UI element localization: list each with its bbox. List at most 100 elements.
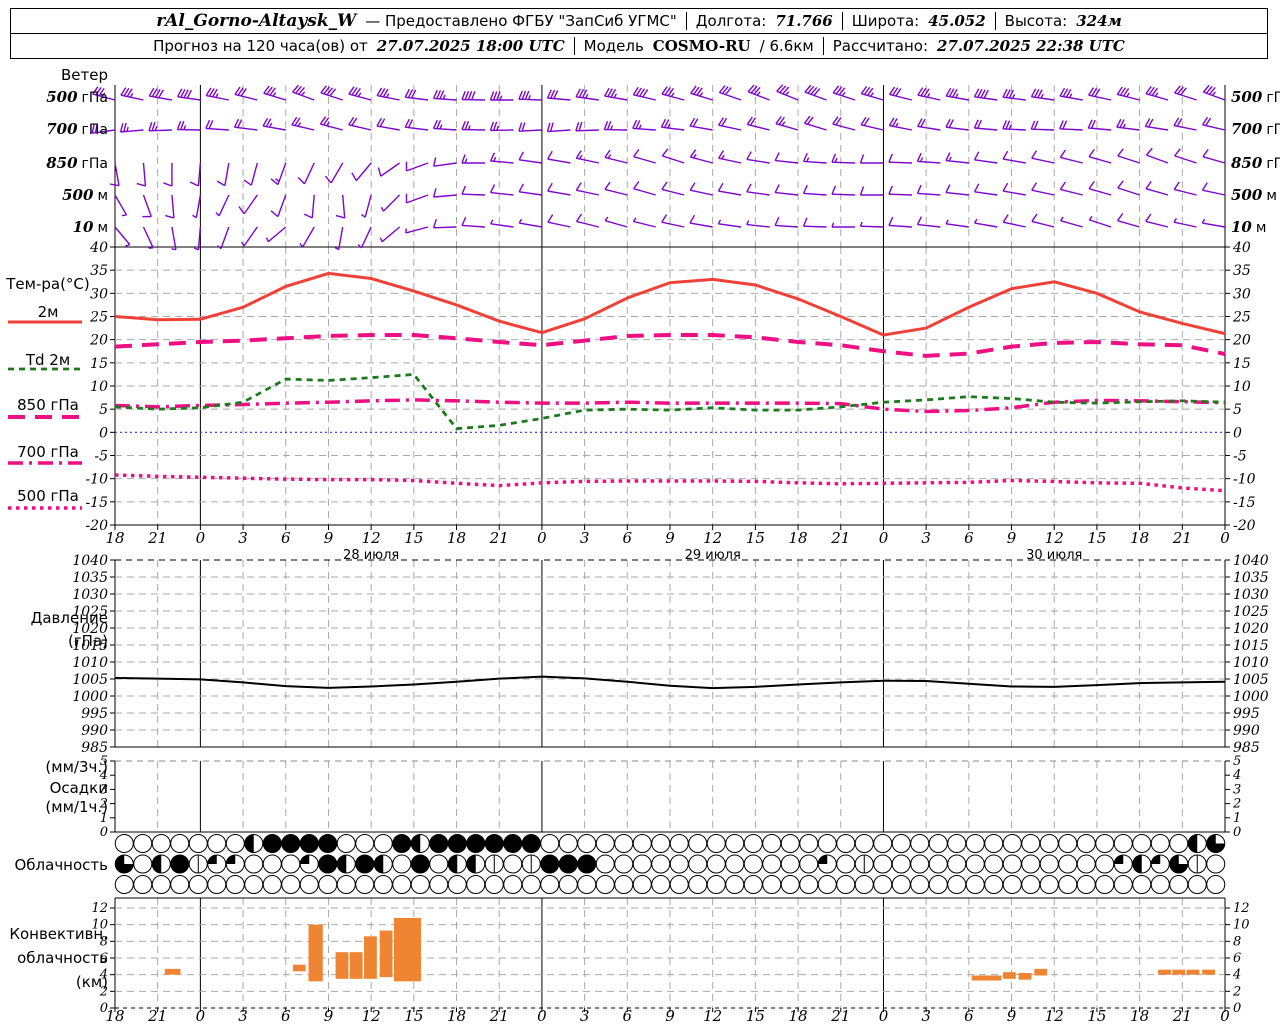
pressure-ytick-right: 1020 bbox=[1233, 621, 1269, 637]
conv-cloud-title-2: облачность bbox=[17, 949, 108, 967]
cloud-symbol bbox=[1113, 834, 1133, 853]
cloud-symbol bbox=[854, 834, 874, 853]
time-tick-label: 0 bbox=[1220, 529, 1230, 547]
cloud-symbol bbox=[1021, 875, 1041, 894]
wind-level-500m-right: 500 м bbox=[1231, 186, 1277, 204]
cloud-symbol bbox=[762, 834, 782, 853]
conv-cloud-unit: (км) bbox=[75, 973, 108, 991]
time-tick-label: 15 bbox=[1087, 529, 1106, 547]
wind-level-10m-left: 10 м bbox=[72, 218, 108, 236]
wind-barb bbox=[433, 162, 457, 167]
temp-ytick-right: 10 bbox=[1233, 379, 1251, 395]
time-tick-label-bottom: 3 bbox=[580, 1007, 590, 1024]
cloud-symbol bbox=[651, 854, 671, 874]
cloud-symbol-half bbox=[411, 834, 421, 853]
wind-barb bbox=[888, 224, 912, 228]
wind-barb-feather bbox=[1173, 218, 1178, 223]
conv-cloud-title-1: Конвективн. bbox=[9, 925, 108, 943]
conv-cloud-bar bbox=[164, 968, 181, 975]
wind-barb-feather bbox=[785, 91, 790, 96]
cloud-symbol bbox=[984, 854, 1004, 874]
temp-ytick-left: 40 bbox=[89, 240, 108, 256]
wind-level-500hpa-left: 500 гПа bbox=[46, 88, 108, 106]
cloud-symbol bbox=[392, 834, 412, 853]
cloud-symbol bbox=[1206, 875, 1226, 894]
model-resolution: / 6.6км bbox=[759, 37, 814, 55]
conv-cloud-bar bbox=[1018, 973, 1032, 980]
wind-barb-feather bbox=[746, 220, 750, 225]
latitude-label: Широта: bbox=[851, 12, 920, 30]
cloud-symbol bbox=[244, 875, 264, 894]
conv-cloud-bar bbox=[1186, 969, 1200, 975]
precip-ytick-right: 2 bbox=[1232, 797, 1241, 812]
wind-barb bbox=[360, 226, 372, 249]
temp-ytick-right: 40 bbox=[1232, 240, 1251, 256]
longitude-label: Долгота: bbox=[695, 12, 767, 30]
cloud-symbol bbox=[891, 834, 911, 853]
time-tick-label: 0 bbox=[537, 529, 547, 547]
wind-barb-feather bbox=[859, 186, 865, 196]
wind-barb bbox=[974, 191, 998, 196]
wind-barb bbox=[142, 194, 152, 217]
pressure-ytick-left: 1040 bbox=[72, 553, 108, 569]
wind-barb-feather bbox=[756, 91, 761, 96]
wind-level-10m-right: 10 м bbox=[1231, 218, 1267, 236]
wind-barb bbox=[718, 190, 742, 196]
time-tick-label-bottom: 12 bbox=[703, 1007, 722, 1024]
wind-barb-feather bbox=[518, 122, 523, 132]
time-tick-label-bottom: 21 bbox=[147, 1007, 167, 1024]
cloud-symbol bbox=[706, 875, 726, 894]
wind-barb bbox=[1174, 155, 1197, 164]
wind-barb-feather bbox=[357, 92, 362, 97]
cloud-symbol-half bbox=[448, 855, 458, 873]
wind-barb bbox=[1117, 187, 1140, 196]
conv-cloud-bar bbox=[1003, 972, 1016, 979]
cloud-symbol-half bbox=[244, 834, 254, 853]
wind-barb bbox=[775, 159, 799, 164]
cloud-symbol-half bbox=[1132, 855, 1142, 873]
conv-ytick-right: 10 bbox=[1233, 918, 1250, 933]
temp-ytick-right: 15 bbox=[1233, 356, 1251, 372]
wind-barb-feather bbox=[603, 120, 609, 130]
wind-barb-feather bbox=[547, 214, 554, 223]
wind-barb-feather bbox=[1062, 120, 1068, 130]
pressure-panel-title: Давление bbox=[30, 609, 108, 627]
wind-barb bbox=[661, 221, 685, 228]
wind-barb-feather bbox=[189, 181, 199, 187]
altitude-value: 324м bbox=[1076, 12, 1122, 30]
wind-barb-feather bbox=[841, 91, 846, 97]
wind-barb-feather bbox=[1002, 120, 1007, 130]
wind-barb-feather bbox=[1145, 180, 1152, 190]
wind-barb bbox=[775, 191, 799, 196]
time-tick-label: 3 bbox=[238, 529, 248, 547]
wind-barb-feather bbox=[1145, 147, 1153, 156]
time-tick-label: 12 bbox=[1045, 529, 1064, 547]
cloud-symbol-quarter bbox=[818, 855, 828, 864]
wind-level-500hpa-right: 500гПа bbox=[1231, 88, 1280, 106]
cloud-symbol bbox=[780, 854, 800, 874]
wind-barb-feather bbox=[110, 183, 120, 187]
wind-barb bbox=[746, 158, 770, 164]
wind-barb bbox=[1060, 219, 1083, 228]
conv-ytick-right: 8 bbox=[1233, 934, 1241, 949]
cloud-symbol bbox=[1169, 834, 1189, 853]
time-tick-label: 12 bbox=[362, 529, 381, 547]
cloud-symbol bbox=[484, 834, 504, 853]
conv-cloud-bar bbox=[292, 964, 306, 972]
cloud-symbol bbox=[1039, 875, 1059, 894]
cloud-symbol bbox=[1058, 875, 1078, 894]
cloud-symbol bbox=[1002, 834, 1022, 853]
wind-barb-feather bbox=[973, 151, 980, 161]
cloud-symbol bbox=[262, 854, 282, 874]
cloud-symbol bbox=[688, 875, 708, 894]
wind-barb-feather bbox=[1040, 93, 1044, 99]
time-tick-label-bottom: 21 bbox=[1172, 1007, 1192, 1024]
wind-barb-feather bbox=[721, 154, 725, 160]
wind-barb-feather bbox=[334, 246, 340, 251]
wind-barb bbox=[1117, 155, 1140, 164]
cloud-symbol bbox=[262, 834, 282, 853]
wind-barb bbox=[382, 194, 401, 212]
cloud-symbol-half bbox=[152, 855, 162, 873]
conv-cloud-bar bbox=[971, 975, 1002, 981]
header-separator bbox=[841, 12, 843, 30]
